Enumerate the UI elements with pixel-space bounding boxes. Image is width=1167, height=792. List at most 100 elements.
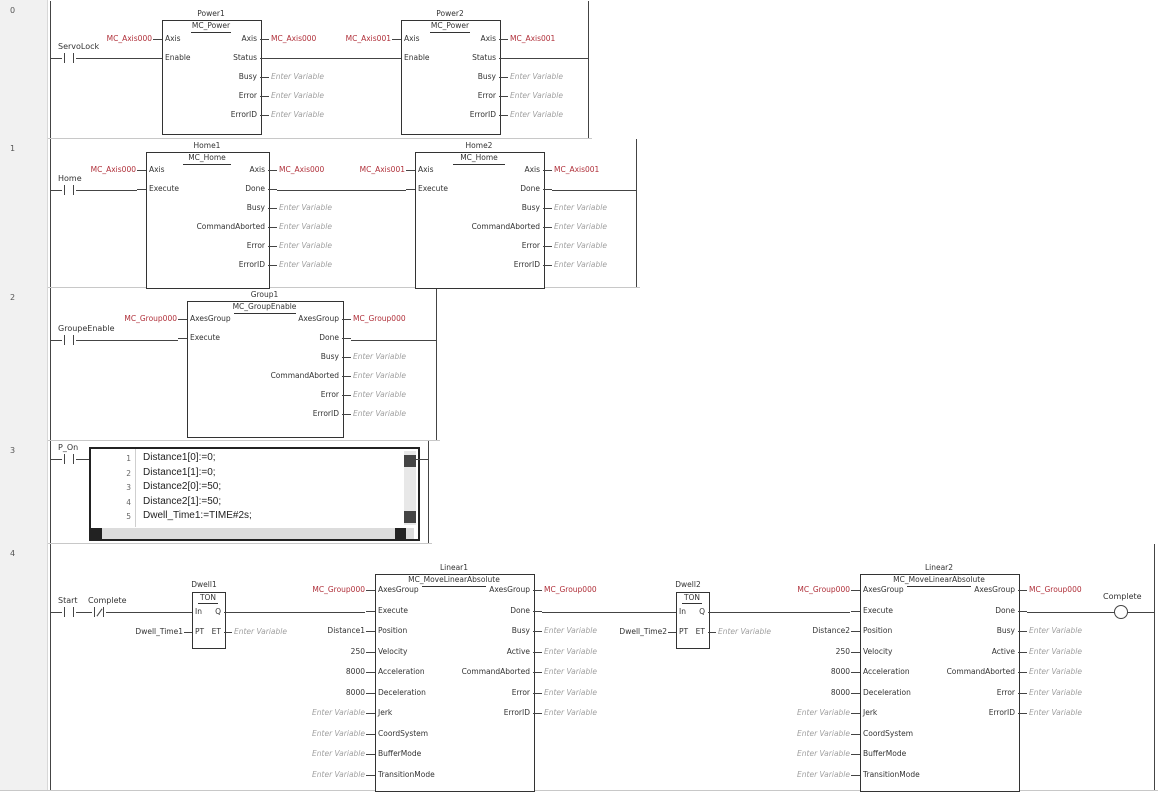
fb-input-pin: Deceleration: [863, 687, 911, 697]
enter-variable-placeholder[interactable]: Enter Variable: [353, 390, 406, 399]
st-code-block[interactable]: 1 Distance1[0]:=0; 2 Distance1[1]:=0; 3 Dista…: [89, 447, 420, 541]
fb-output-pin: Done: [245, 184, 265, 193]
rung-gutter: [0, 440, 48, 543]
fb-input-pin: Position: [378, 626, 408, 635]
enter-variable-placeholder[interactable]: Enter Variable: [544, 667, 597, 676]
pin-wire: [1018, 651, 1027, 653]
output-variable[interactable]: MC_Axis000: [279, 165, 324, 174]
enter-variable-placeholder[interactable]: Enter Variable: [234, 627, 287, 636]
enter-variable-placeholder[interactable]: Enter Variable: [271, 110, 324, 119]
enter-variable-placeholder[interactable]: Enter Variable: [797, 708, 850, 717]
enter-variable-placeholder[interactable]: Enter Variable: [279, 241, 332, 250]
enter-variable-placeholder[interactable]: Enter Variable: [554, 260, 607, 269]
timer-pt-variable[interactable]: Dwell_Time2: [619, 627, 667, 636]
enter-variable-placeholder[interactable]: Enter Variable: [1029, 708, 1082, 717]
fb-output-pin: Status: [233, 53, 257, 62]
pin-wire: [137, 170, 146, 171]
no-contact[interactable]: [62, 454, 76, 464]
left-power-rail: [50, 1, 51, 138]
rung-gutter: [0, 138, 48, 287]
input-variable[interactable]: MC_Axis000: [107, 34, 152, 43]
rung-separator: [0, 138, 592, 139]
input-variable[interactable]: MC_Group000: [797, 585, 850, 594]
enter-variable-placeholder[interactable]: Enter Variable: [510, 72, 563, 81]
pin-wire: [260, 115, 269, 116]
enter-variable-placeholder[interactable]: Enter Variable: [797, 770, 850, 779]
input-variable[interactable]: MC_Axis000: [91, 165, 136, 174]
enter-variable-placeholder[interactable]: Enter Variable: [554, 203, 607, 212]
enter-variable-placeholder[interactable]: Enter Variable: [544, 647, 597, 656]
enter-variable-placeholder[interactable]: Enter Variable: [271, 91, 324, 100]
enter-variable-placeholder[interactable]: Enter Variable: [510, 110, 563, 119]
input-variable[interactable]: 250: [836, 647, 850, 656]
enter-variable-placeholder[interactable]: Enter Variable: [312, 770, 365, 779]
fb-output-pin: Busy: [511, 626, 530, 635]
output-variable[interactable]: MC_Axis001: [510, 34, 555, 43]
output-coil[interactable]: [1114, 605, 1128, 619]
enter-variable-placeholder[interactable]: Enter Variable: [1029, 647, 1082, 656]
pin-wire: [533, 610, 542, 612]
enter-variable-placeholder[interactable]: Enter Variable: [1029, 626, 1082, 635]
enter-variable-placeholder[interactable]: Enter Variable: [279, 260, 332, 269]
timer-type: TON: [683, 593, 701, 602]
input-variable[interactable]: Distance2: [812, 626, 850, 635]
horizontal-scrollbar[interactable]: [91, 528, 414, 539]
enter-variable-placeholder[interactable]: Enter Variable: [510, 91, 563, 100]
enter-variable-placeholder[interactable]: Enter Variable: [797, 749, 850, 758]
output-variable[interactable]: MC_Group000: [1029, 585, 1082, 594]
rung-wire: [50, 340, 62, 341]
nc-contact[interactable]: [92, 607, 106, 617]
no-contact[interactable]: [62, 607, 76, 617]
enter-variable-placeholder[interactable]: Enter Variable: [312, 708, 365, 717]
no-contact[interactable]: [62, 53, 76, 63]
pin-wire: [268, 208, 277, 209]
enter-variable-placeholder[interactable]: Enter Variable: [312, 749, 365, 758]
enter-variable-placeholder[interactable]: Enter Variable: [312, 729, 365, 738]
input-variable[interactable]: 250: [351, 647, 365, 656]
input-variable[interactable]: 8000: [831, 667, 850, 676]
input-variable[interactable]: 8000: [346, 688, 365, 697]
output-variable[interactable]: MC_Group000: [544, 585, 597, 594]
fb-type-underline: [191, 32, 231, 33]
enter-variable-placeholder[interactable]: Enter Variable: [1029, 688, 1082, 697]
timer-pt-variable[interactable]: Dwell_Time1: [135, 627, 183, 636]
fb-output-pin: Error: [238, 91, 257, 100]
enter-variable-placeholder[interactable]: Enter Variable: [718, 627, 771, 636]
output-variable[interactable]: MC_Axis000: [271, 34, 316, 43]
enter-variable-placeholder[interactable]: Enter Variable: [544, 688, 597, 697]
output-variable[interactable]: MC_Group000: [353, 314, 406, 323]
right-rail: [436, 288, 437, 440]
input-variable[interactable]: MC_Axis001: [346, 34, 391, 43]
enter-variable-placeholder[interactable]: Enter Variable: [353, 409, 406, 418]
no-contact[interactable]: [62, 335, 76, 345]
st-code-text: Distance1[0]:=0;: [143, 452, 216, 463]
pin-wire: [851, 774, 860, 776]
enter-variable-placeholder[interactable]: Enter Variable: [353, 371, 406, 380]
output-variable[interactable]: MC_Axis001: [554, 165, 599, 174]
input-variable[interactable]: MC_Group000: [312, 585, 365, 594]
fb-output-pin: Busy: [521, 203, 540, 212]
pin-wire: [153, 58, 162, 59]
enter-variable-placeholder[interactable]: Enter Variable: [353, 352, 406, 361]
timer-input-pt: PT: [679, 627, 689, 636]
enter-variable-placeholder[interactable]: Enter Variable: [554, 222, 607, 231]
enter-variable-placeholder[interactable]: Enter Variable: [1029, 667, 1082, 676]
input-variable[interactable]: MC_Group000: [124, 314, 177, 323]
enter-variable-placeholder[interactable]: Enter Variable: [544, 626, 597, 635]
scroll-left-icon[interactable]: [91, 528, 102, 539]
enter-variable-placeholder[interactable]: Enter Variable: [797, 729, 850, 738]
enter-variable-placeholder[interactable]: Enter Variable: [544, 708, 597, 717]
input-variable[interactable]: Distance1: [327, 626, 365, 635]
scroll-down-icon[interactable]: [404, 511, 416, 523]
scroll-up-icon[interactable]: [404, 455, 416, 467]
enter-variable-placeholder[interactable]: Enter Variable: [279, 222, 332, 231]
scroll-right-icon[interactable]: [395, 528, 406, 539]
enter-variable-placeholder[interactable]: Enter Variable: [279, 203, 332, 212]
enter-variable-placeholder[interactable]: Enter Variable: [554, 241, 607, 250]
input-variable[interactable]: 8000: [346, 667, 365, 676]
enter-variable-placeholder[interactable]: Enter Variable: [271, 72, 324, 81]
input-variable[interactable]: MC_Axis001: [360, 165, 405, 174]
no-contact[interactable]: [62, 185, 76, 195]
fb-output-pin: Error: [477, 91, 496, 100]
input-variable[interactable]: 8000: [831, 688, 850, 697]
